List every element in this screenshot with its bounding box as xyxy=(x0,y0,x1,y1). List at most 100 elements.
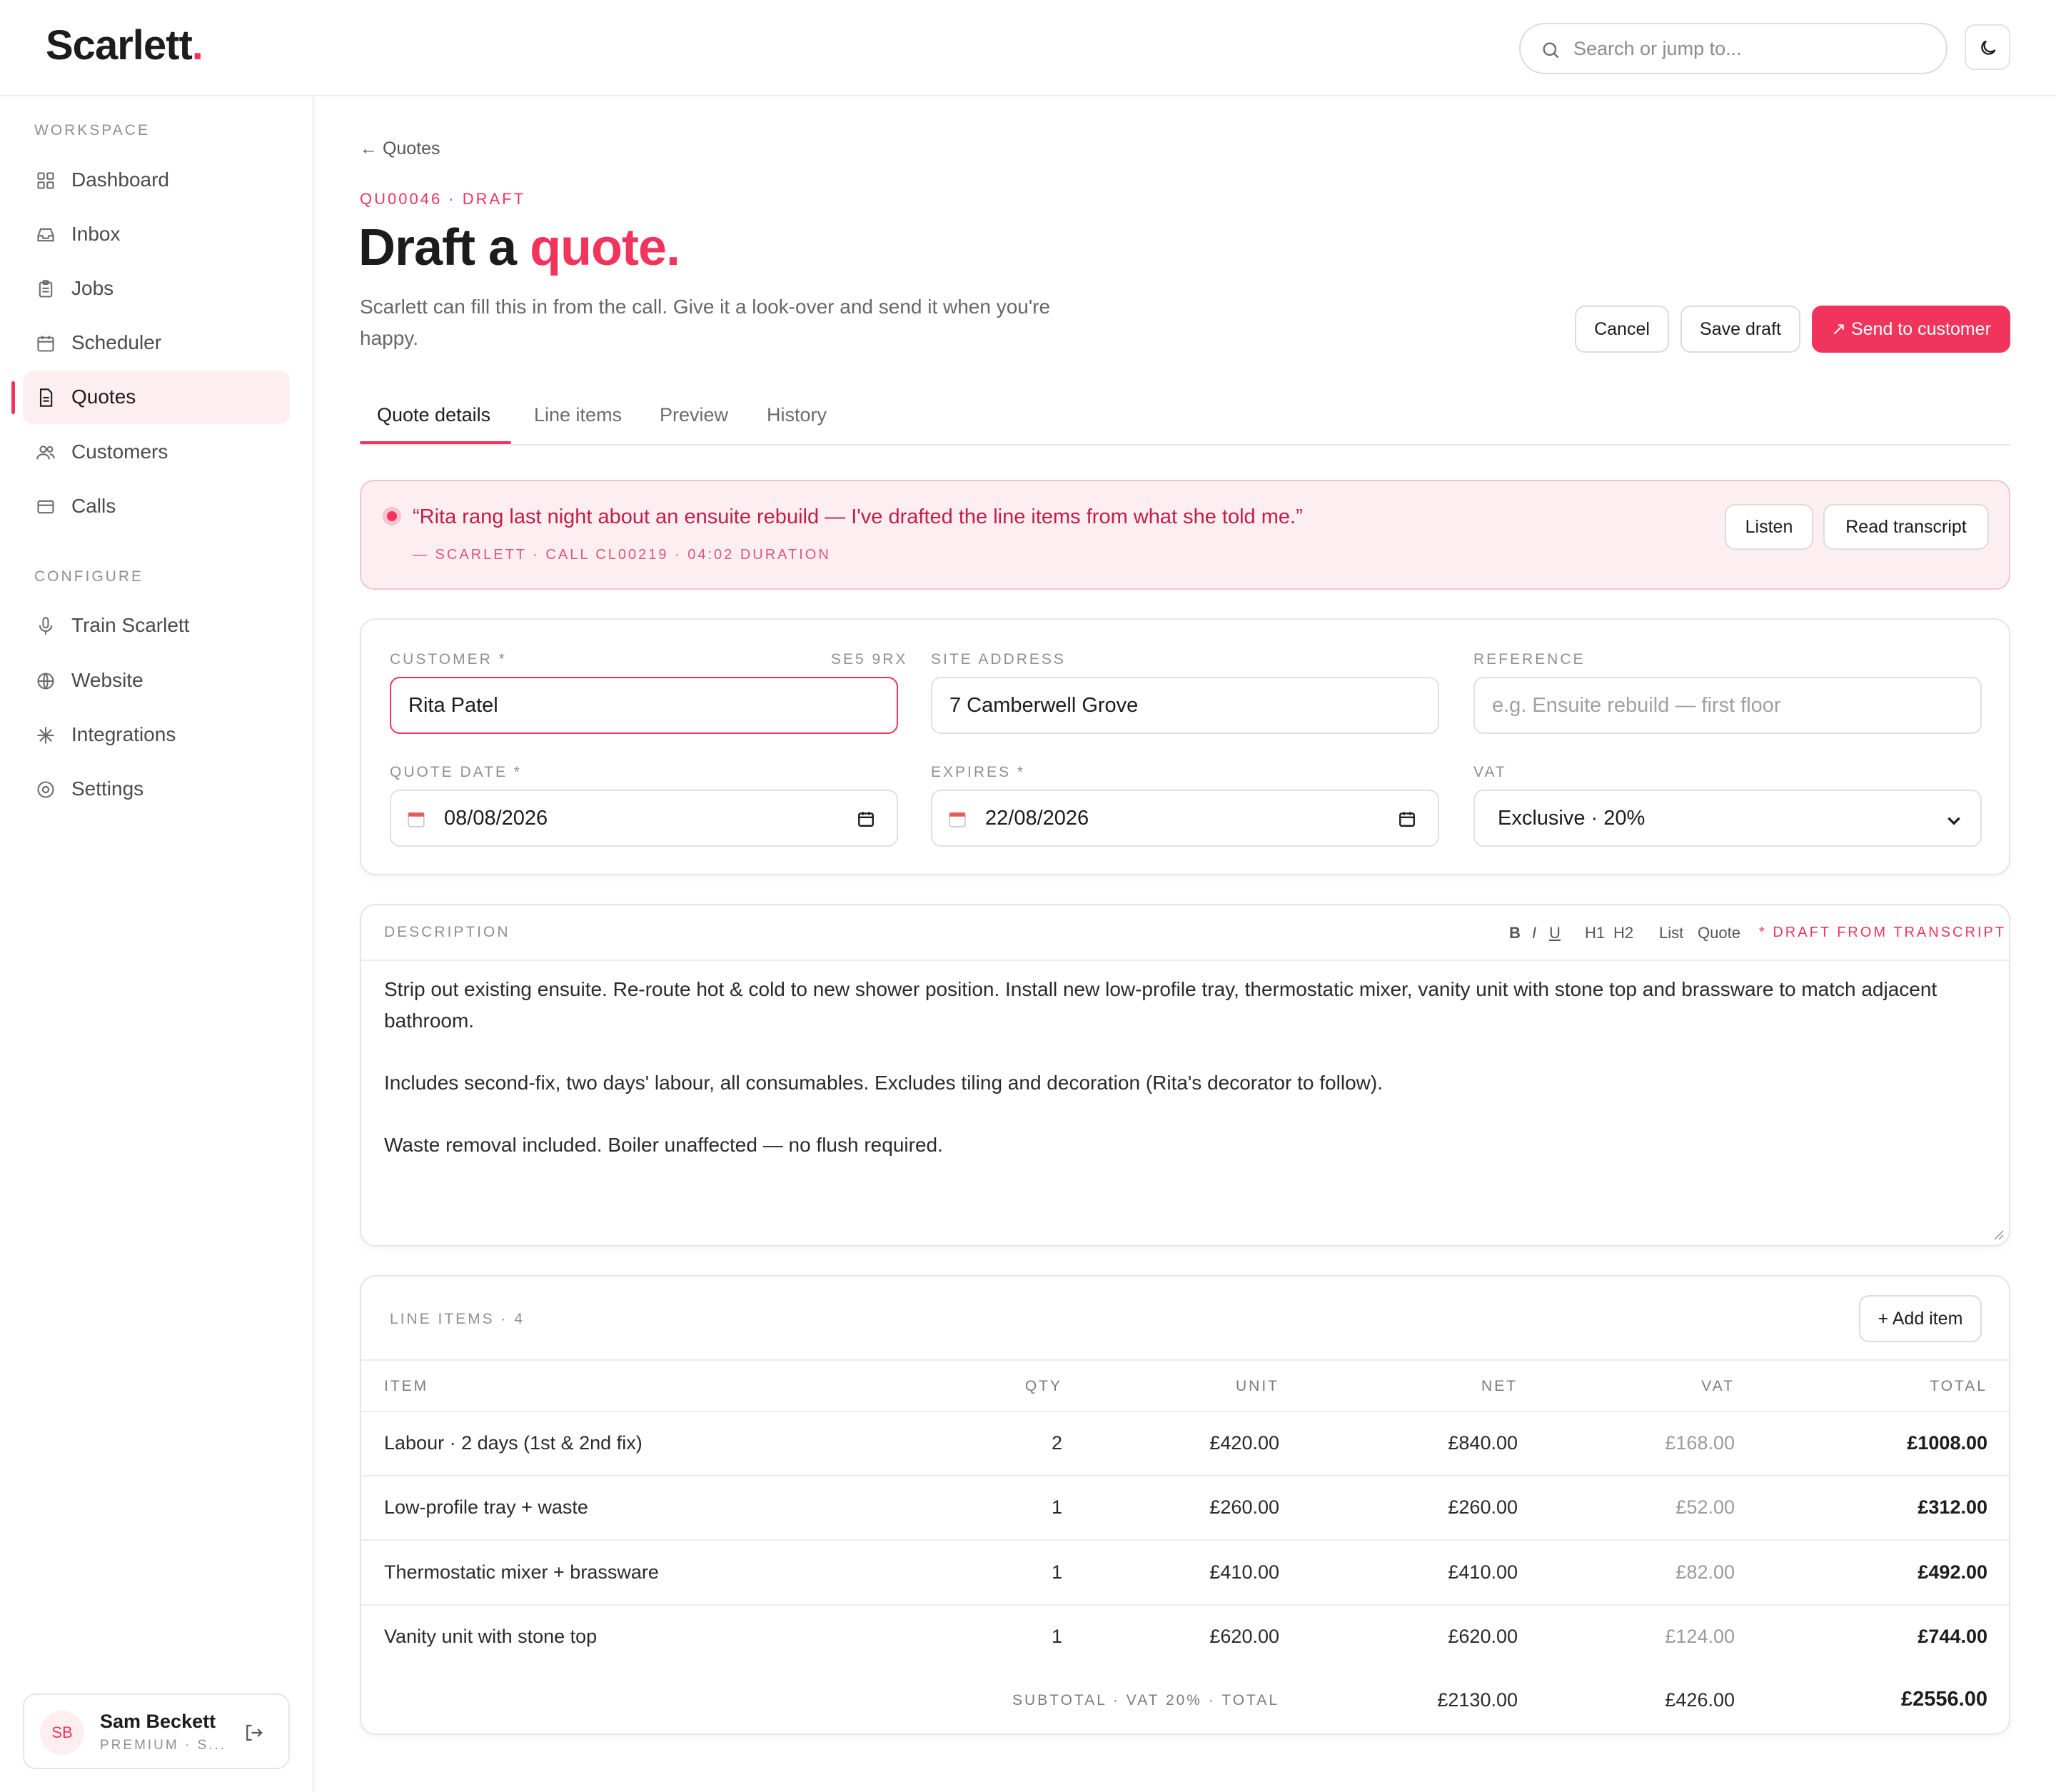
quote-date-field[interactable]: 08/08/2026 xyxy=(390,790,898,847)
quote-date-label: QUOTE DATE * xyxy=(390,764,522,780)
draft-badge: * DRAFT FROM TRANSCRIPT xyxy=(1759,925,2007,940)
sidebar-item-label: Settings xyxy=(71,777,144,800)
description-label: DESCRIPTION xyxy=(384,924,510,940)
cell-item: Low-profile tray + waste xyxy=(384,1496,588,1518)
totals-label: SUBTOTAL · VAT 20% · TOTAL xyxy=(1012,1692,1279,1708)
cell-net: £260.00 xyxy=(1448,1496,1518,1518)
line-items-card: LINE ITEMS · 4 + Add item ITEM QTY UNIT … xyxy=(360,1275,2010,1735)
customer-field[interactable]: Rita Patel xyxy=(390,677,898,734)
sidebar-item-scheduler[interactable]: Scheduler xyxy=(23,317,290,370)
sidebar-item-settings[interactable]: Settings xyxy=(23,763,290,816)
sidebar: WORKSPACE Dashboard Inbox Jobs Scheduler… xyxy=(0,96,314,1792)
sidebar-item-website[interactable]: Website xyxy=(23,655,290,708)
save-draft-button[interactable]: Save draft xyxy=(1680,306,1800,353)
column-header-item: ITEM xyxy=(384,1378,429,1394)
sidebar-item-calls[interactable]: Calls xyxy=(23,480,290,533)
tab-quote-details[interactable]: Quote details xyxy=(377,404,490,426)
divider xyxy=(361,1539,2009,1541)
logout-icon[interactable] xyxy=(243,1722,264,1743)
page-subtitle: Scarlett can fill this in from the call.… xyxy=(360,296,1051,349)
list-button[interactable]: List xyxy=(1659,924,1683,942)
sidebar-section-configure: CONFIGURE xyxy=(34,568,143,585)
globe-icon xyxy=(37,673,54,690)
sidebar-item-inbox[interactable]: Inbox xyxy=(23,208,290,261)
vat-label: VAT xyxy=(1473,764,1507,780)
cell-vat: £82.00 xyxy=(1675,1561,1735,1583)
inbox-icon xyxy=(37,228,54,242)
send-to-customer-button[interactable]: ↗ Send to customer xyxy=(1812,306,2010,353)
tab-preview[interactable]: Preview xyxy=(660,404,728,426)
clipboard-icon xyxy=(39,280,53,298)
sidebar-item-label: Scheduler xyxy=(71,331,162,353)
sidebar-section-workspace: WORKSPACE xyxy=(34,122,150,139)
bold-button[interactable]: B xyxy=(1509,924,1521,942)
app-logo[interactable]: Scarlett. xyxy=(46,21,203,69)
reference-field[interactable]: e.g. Ensuite rebuild — first floor xyxy=(1473,677,1982,734)
user-name: Sam Beckett xyxy=(100,1711,216,1732)
sidebar-item-label: Train Scarlett xyxy=(71,614,190,636)
heading1-button[interactable]: H1 xyxy=(1585,924,1605,942)
recording-dot-icon xyxy=(383,507,401,525)
date-picker-icon[interactable] xyxy=(857,810,875,828)
user-card[interactable]: SB Sam Beckett PREMIUM · S... xyxy=(23,1693,290,1769)
description-textarea[interactable]: Strip out existing ensuite. Re-route hot… xyxy=(384,974,1983,1192)
heading2-button[interactable]: H2 xyxy=(1613,924,1633,942)
sparkle-icon xyxy=(37,727,54,744)
sidebar-item-customers[interactable]: Customers xyxy=(23,426,290,479)
sidebar-item-jobs[interactable]: Jobs xyxy=(23,263,290,316)
call-summary-banner: “Rita rang last night about an ensuite r… xyxy=(360,480,2010,590)
avatar: SB xyxy=(40,1711,84,1755)
cell-unit: £260.00 xyxy=(1209,1496,1279,1518)
add-item-button[interactable]: + Add item xyxy=(1859,1295,1982,1342)
site-address-field[interactable]: 7 Camberwell Grove xyxy=(931,677,1439,734)
vat-total-value: £426.00 xyxy=(1665,1689,1735,1711)
cell-qty: 1 xyxy=(1051,1496,1062,1518)
expires-field[interactable]: 22/08/2026 xyxy=(931,790,1439,847)
call-summary-quote: “Rita rang last night about an ensuite r… xyxy=(413,505,1303,528)
cell-vat: £168.00 xyxy=(1665,1432,1735,1454)
call-summary-meta: — SCARLETT · CALL CL00219 · 04:02 DURATI… xyxy=(413,547,831,563)
theme-toggle-button[interactable] xyxy=(1965,24,2010,70)
cell-qty: 1 xyxy=(1051,1561,1062,1583)
column-header-net: NET xyxy=(1481,1378,1518,1394)
sidebar-item-dashboard[interactable]: Dashboard xyxy=(23,154,290,207)
active-tab-indicator xyxy=(360,441,511,444)
sidebar-item-quotes[interactable]: Quotes xyxy=(11,371,290,424)
listen-button[interactable]: Listen xyxy=(1725,504,1813,550)
microphone-icon xyxy=(39,617,53,635)
expires-label: EXPIRES * xyxy=(931,764,1026,780)
back-link[interactable]: ← Quotes xyxy=(360,139,440,159)
date-picker-icon[interactable] xyxy=(1398,810,1416,828)
cell-item: Vanity unit with stone top xyxy=(384,1626,598,1647)
read-transcript-button[interactable]: Read transcript xyxy=(1823,504,1989,550)
quote-id-status: QU00046 · DRAFT xyxy=(360,190,526,208)
search-input[interactable]: Search or jump to... xyxy=(1519,23,1947,74)
sidebar-item-label: Inbox xyxy=(71,223,121,245)
cell-net: £410.00 xyxy=(1448,1561,1518,1583)
sidebar-item-integrations[interactable]: Integrations xyxy=(23,709,290,762)
user-plan: PREMIUM · S... xyxy=(100,1738,227,1753)
column-header-total: TOTAL xyxy=(1930,1378,1987,1394)
sidebar-item-label: Calls xyxy=(71,495,116,517)
calendar-icon xyxy=(37,336,54,352)
search-placeholder: Search or jump to... xyxy=(1573,38,1742,59)
quote-button[interactable]: Quote xyxy=(1698,924,1740,942)
tab-bar: Quote details Line items Preview History xyxy=(360,391,2010,446)
cell-vat: £52.00 xyxy=(1675,1496,1735,1518)
grand-total-value: £2556.00 xyxy=(1901,1688,1987,1711)
moon-icon xyxy=(1981,40,1996,55)
tab-line-items[interactable]: Line items xyxy=(534,404,622,426)
sidebar-item-label: Integrations xyxy=(71,723,176,745)
sidebar-item-train-scarlett[interactable]: Train Scarlett xyxy=(23,600,290,653)
column-header-unit: UNIT xyxy=(1236,1378,1279,1394)
cell-total: £1008.00 xyxy=(1907,1432,1987,1454)
underline-button[interactable]: U xyxy=(1549,924,1561,942)
vat-select[interactable]: Exclusive · 20% xyxy=(1473,790,1982,847)
page-title: Draft a quote. xyxy=(358,219,680,276)
customer-label: CUSTOMER * xyxy=(390,651,507,668)
cancel-button[interactable]: Cancel xyxy=(1575,306,1669,353)
cell-unit: £420.00 xyxy=(1209,1432,1279,1454)
italic-button[interactable]: I xyxy=(1532,924,1536,942)
tab-history[interactable]: History xyxy=(767,404,827,426)
resize-handle-icon[interactable] xyxy=(1992,1228,2005,1241)
